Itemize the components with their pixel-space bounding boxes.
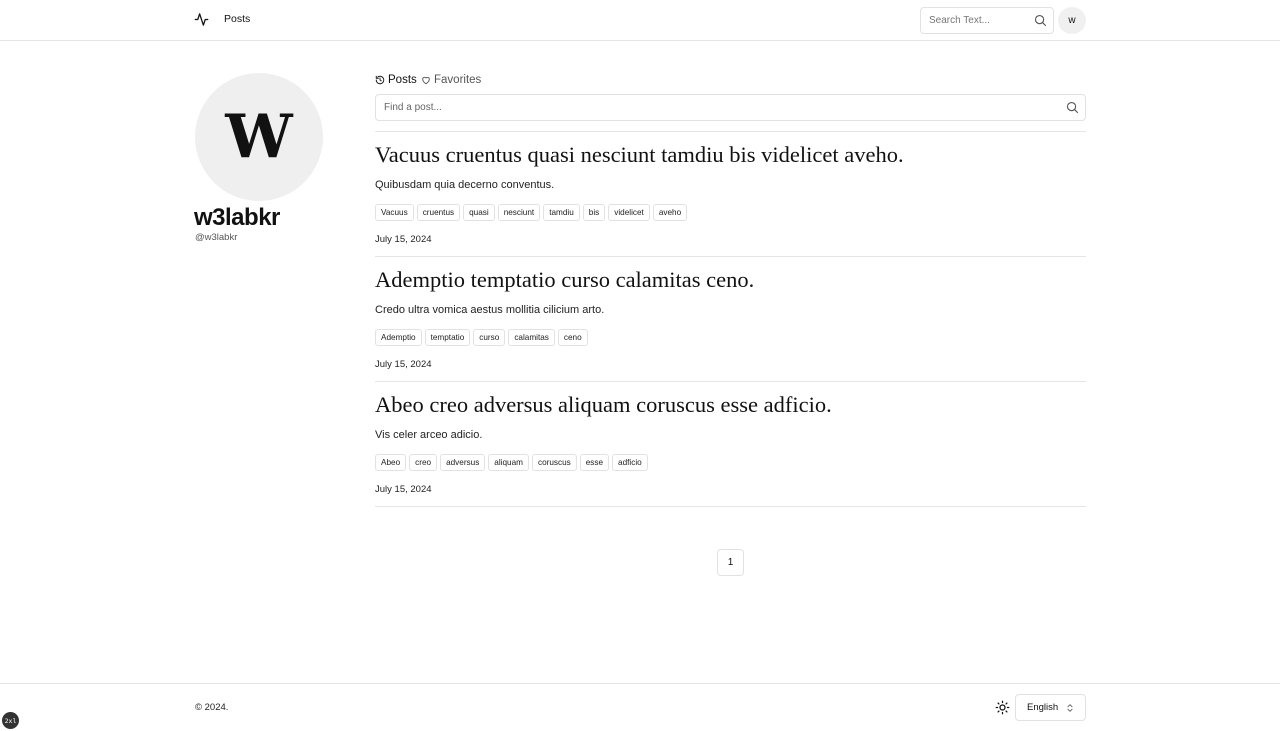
language-label: English bbox=[1027, 702, 1059, 713]
post-title[interactable]: Abeo creo adversus aliquam coruscus esse… bbox=[375, 392, 832, 418]
tag[interactable]: coruscus bbox=[531, 454, 577, 471]
profile-username: w3labkr bbox=[194, 204, 280, 231]
profile-avatar: W bbox=[195, 73, 323, 201]
tag[interactable]: temptatio bbox=[424, 329, 471, 346]
tag[interactable]: aliquam bbox=[488, 454, 529, 471]
divider bbox=[375, 506, 1086, 507]
search-icon[interactable] bbox=[1033, 13, 1048, 28]
header-search bbox=[920, 7, 1054, 34]
tab-favorites[interactable]: Favorites bbox=[421, 74, 481, 86]
post-item: Vacuus cruentus quasi nesciunt tamdiu bi… bbox=[375, 132, 1086, 257]
post-date: July 15, 2024 bbox=[375, 484, 432, 495]
tag[interactable]: creo bbox=[409, 454, 438, 471]
tag[interactable]: curso bbox=[473, 329, 506, 346]
tag[interactable]: quasi bbox=[463, 204, 495, 221]
post-date: July 15, 2024 bbox=[375, 234, 432, 245]
top-header: Posts w bbox=[0, 0, 1280, 41]
tag[interactable]: adversus bbox=[440, 454, 486, 471]
tag[interactable]: videlicet bbox=[608, 204, 650, 221]
profile-handle: @w3labkr bbox=[195, 232, 238, 243]
chevrons-up-down-icon bbox=[1067, 704, 1073, 712]
nav-posts-link[interactable]: Posts bbox=[224, 13, 250, 25]
post-item: Abeo creo adversus aliquam coruscus esse… bbox=[375, 382, 1086, 507]
tag[interactable]: calamitas bbox=[508, 329, 555, 346]
search-icon[interactable] bbox=[1065, 100, 1080, 115]
breakpoint-badge: 2xl bbox=[2, 712, 19, 729]
post-tags: Abeo creo adversus aliquam coruscus esse… bbox=[375, 454, 648, 471]
post-search-input[interactable] bbox=[376, 95, 1056, 120]
post-tags: Vacuus cruentus quasi nesciunt tamdiu bi… bbox=[375, 204, 688, 221]
post-summary: Credo ultra vomica aestus mollitia cilic… bbox=[375, 304, 605, 316]
post-summary: Vis celer arceo adicio. bbox=[375, 429, 483, 441]
post-title[interactable]: Ademptio temptatio curso calamitas ceno. bbox=[375, 267, 754, 293]
user-avatar-button[interactable]: w bbox=[1058, 7, 1086, 34]
copyright: © 2024. bbox=[195, 702, 229, 713]
tab-posts-label: Posts bbox=[388, 74, 417, 86]
tab-favorites-label: Favorites bbox=[434, 74, 482, 86]
post-summary: Quibusdam quia decerno conventus. bbox=[375, 179, 555, 191]
tag[interactable]: cruentus bbox=[416, 204, 461, 221]
footer: © 2024. English bbox=[0, 683, 1280, 731]
language-select[interactable]: English bbox=[1015, 694, 1086, 721]
heart-icon bbox=[422, 76, 430, 85]
post-search bbox=[375, 94, 1086, 121]
tag[interactable]: esse bbox=[579, 454, 610, 471]
tag[interactable]: Ademptio bbox=[375, 329, 422, 346]
tag[interactable]: Vacuus bbox=[375, 204, 414, 221]
header-search-input[interactable] bbox=[921, 8, 1031, 33]
activity-icon[interactable] bbox=[194, 12, 209, 27]
post-item: Ademptio temptatio curso calamitas ceno.… bbox=[375, 257, 1086, 382]
post-title[interactable]: Vacuus cruentus quasi nesciunt tamdiu bi… bbox=[375, 142, 904, 168]
post-date: July 15, 2024 bbox=[375, 359, 432, 370]
history-icon bbox=[375, 75, 385, 85]
sun-icon[interactable] bbox=[995, 700, 1010, 715]
tag[interactable]: adficio bbox=[612, 454, 648, 471]
tag[interactable]: Abeo bbox=[375, 454, 407, 471]
tag[interactable]: aveho bbox=[652, 204, 688, 221]
pagination-page-1[interactable]: 1 bbox=[717, 549, 744, 576]
tab-posts[interactable]: Posts bbox=[375, 74, 417, 86]
tag[interactable]: ceno bbox=[557, 329, 588, 346]
tag[interactable]: tamdiu bbox=[543, 204, 580, 221]
post-tags: Ademptio temptatio curso calamitas ceno bbox=[375, 329, 588, 346]
tag[interactable]: bis bbox=[582, 204, 606, 221]
tag[interactable]: nesciunt bbox=[497, 204, 541, 221]
